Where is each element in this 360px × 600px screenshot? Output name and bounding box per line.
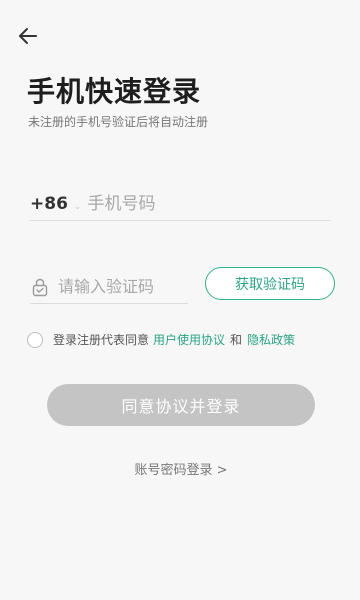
user-agreement-link[interactable]: 用户使用协议 <box>153 331 225 348</box>
page-subtitle: 未注册的手机号验证后将自动注册 <box>28 115 209 129</box>
password-login-link[interactable]: 账号密码登录 > <box>0 459 360 478</box>
country-code-dropdown-icon[interactable]: ⌄ <box>74 202 82 212</box>
page-title: 手机快速登录 <box>27 75 202 108</box>
get-code-button[interactable]: 获取验证码 <box>205 267 335 300</box>
arrow-left-icon[interactable] <box>14 22 42 50</box>
privacy-policy-link[interactable]: 隐私政策 <box>247 331 295 348</box>
agreement-and: 和 <box>230 333 243 347</box>
agreement-prefix: 登录注册代表同意 <box>53 333 150 347</box>
verification-code-field <box>30 270 188 304</box>
agreement-checkbox[interactable] <box>27 331 43 348</box>
country-code[interactable]: +86 <box>30 194 68 214</box>
login-screen: 手机快速登录 未注册的手机号验证后将自动注册 +86 ⌄ 获取验证码 登录注册代… <box>0 0 360 600</box>
phone-field: +86 ⌄ <box>30 187 330 221</box>
agreement-row: 登录注册代表同意 用户使用协议 和 隐私政策 <box>27 331 295 348</box>
verification-code-input[interactable] <box>58 277 186 296</box>
lock-icon <box>32 278 48 296</box>
phone-input[interactable] <box>87 193 308 214</box>
login-button[interactable]: 同意协议并登录 <box>47 384 315 426</box>
